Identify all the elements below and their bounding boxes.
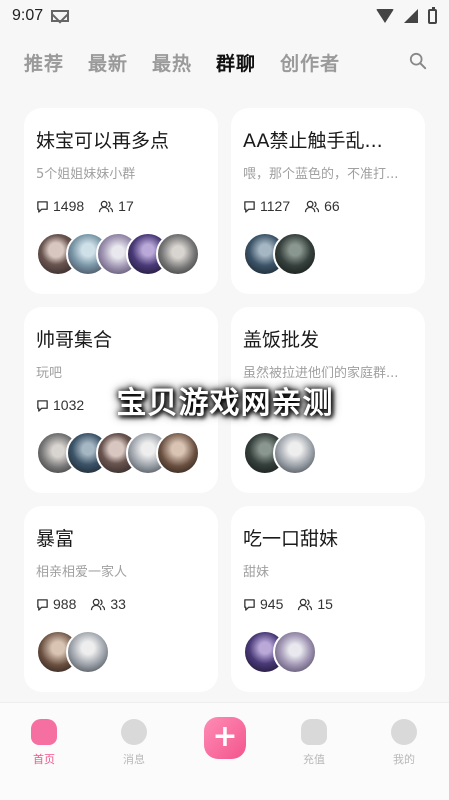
nav-recharge[interactable]: 充值 <box>284 719 344 767</box>
nav-messages-label: 消息 <box>123 753 145 766</box>
member-count: 66 <box>324 198 340 214</box>
chat-bubble-icon <box>244 598 255 611</box>
member-avatars <box>243 630 413 674</box>
group-card[interactable]: 妹宝可以再多点 5个姐姐妹妹小群 1498 17 <box>24 108 218 294</box>
members-icon <box>99 200 114 212</box>
group-card[interactable]: 吃一口甜妹 甜妹 945 15 <box>231 506 425 692</box>
tab-group-chat[interactable]: 群聊 <box>216 49 256 76</box>
chat-bubble-icon <box>37 200 48 213</box>
category-tabs: 推荐 最新 最热 群聊 创作者 <box>0 40 449 84</box>
status-icons <box>376 6 437 24</box>
group-description: 甜妹 <box>243 565 270 580</box>
group-card[interactable]: 暴富 相亲相爱一家人 988 33 <box>24 506 218 692</box>
chat-bubble-icon <box>37 598 48 611</box>
group-description: 喂，那个蓝色的，不准打... <box>243 167 399 182</box>
tab-creators[interactable]: 创作者 <box>280 49 340 76</box>
group-title: AA禁止触手乱... <box>243 130 383 152</box>
group-description: 玩吧 <box>36 366 63 381</box>
avatar <box>156 431 200 475</box>
group-description: 5个姐姐妹妹小群 <box>36 167 136 182</box>
member-count: 33 <box>110 596 126 612</box>
create-button[interactable]: + <box>204 717 246 759</box>
group-title: 吃一口甜妹 <box>243 528 339 550</box>
group-description: 相亲相爱一家人 <box>36 565 128 580</box>
nav-mine-label: 我的 <box>393 753 415 766</box>
message-count: 1127 <box>260 198 291 214</box>
avatar <box>66 630 110 674</box>
tab-hot[interactable]: 最热 <box>152 49 192 76</box>
member-avatars <box>36 431 206 475</box>
group-stats: 1127 66 <box>243 198 413 214</box>
message-count: 988 <box>53 596 77 612</box>
member-avatars <box>36 232 206 276</box>
members-icon <box>298 598 313 610</box>
member-avatars <box>243 431 413 475</box>
avatar <box>273 232 317 276</box>
profile-icon <box>391 719 417 745</box>
group-stats: 988 33 <box>36 596 206 612</box>
member-count: 15 <box>317 596 333 612</box>
avatar <box>156 232 200 276</box>
group-stats: 1498 17 <box>36 198 206 214</box>
group-title: 帅哥集合 <box>36 329 113 351</box>
group-title: 暴富 <box>36 528 75 550</box>
search-icon[interactable] <box>409 52 427 70</box>
home-icon <box>31 719 57 745</box>
member-avatars <box>243 232 413 276</box>
chat-bubble-icon <box>37 399 48 412</box>
tab-recommend[interactable]: 推荐 <box>24 49 64 76</box>
status-time: 9:07 <box>12 7 44 24</box>
recharge-icon <box>301 719 327 745</box>
mail-icon <box>51 10 70 22</box>
group-stats: 945 15 <box>243 596 413 612</box>
battery-icon <box>428 6 437 24</box>
group-description: 虽然被拉进他们的家庭群... <box>243 366 399 381</box>
nav-mine[interactable]: 我的 <box>374 719 434 767</box>
nav-recharge-label: 充值 <box>303 753 325 766</box>
bottom-navigation: 首页 消息 + 充值 我的 <box>0 702 449 800</box>
status-bar: 9:07 <box>0 0 449 32</box>
wifi-icon <box>376 9 394 23</box>
message-icon <box>121 719 147 745</box>
group-title: 妹宝可以再多点 <box>36 130 170 152</box>
nav-messages[interactable]: 消息 <box>104 719 164 767</box>
members-icon <box>91 598 106 610</box>
group-title: 盖饭批发 <box>243 329 320 351</box>
members-icon <box>305 200 320 212</box>
nav-home[interactable]: 首页 <box>14 719 74 767</box>
message-count: 1032 <box>53 397 85 413</box>
avatar <box>273 431 317 475</box>
watermark-text: 宝贝游戏网亲测 <box>116 386 334 421</box>
group-card[interactable]: AA禁止触手乱... 喂，那个蓝色的，不准打... 1127 66 <box>231 108 425 294</box>
tab-latest[interactable]: 最新 <box>88 49 128 76</box>
signal-icon <box>404 9 418 23</box>
member-count: 17 <box>118 198 134 214</box>
chat-bubble-icon <box>244 200 255 213</box>
message-count: 1498 <box>53 198 85 214</box>
nav-home-label: 首页 <box>33 753 55 766</box>
member-avatars <box>36 630 206 674</box>
avatar <box>273 630 317 674</box>
message-count: 945 <box>260 596 284 612</box>
